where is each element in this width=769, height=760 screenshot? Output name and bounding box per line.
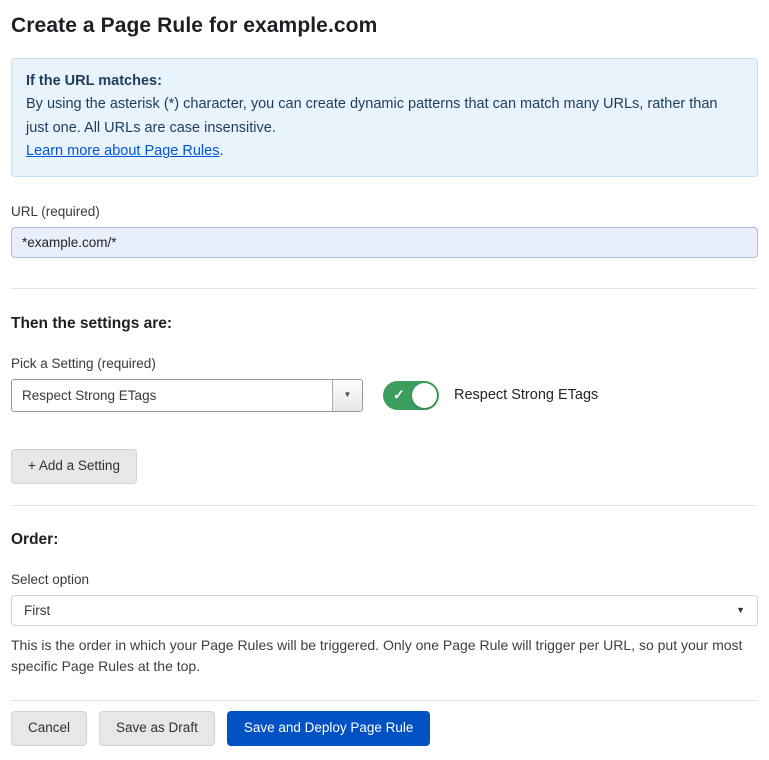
dropdown-arrow-icon: ▼: [344, 391, 352, 399]
url-input[interactable]: [11, 227, 758, 258]
etags-toggle-group: ✓ Respect Strong ETags: [383, 381, 598, 410]
divider-after-url: [11, 288, 758, 289]
add-setting-button[interactable]: + Add a Setting: [11, 449, 137, 484]
info-box-link-row: Learn more about Page Rules.: [26, 140, 743, 163]
divider-after-settings: [11, 505, 758, 506]
setting-select[interactable]: Respect Strong ETags ▼: [11, 379, 363, 412]
save-deploy-button[interactable]: Save and Deploy Page Rule: [227, 711, 431, 746]
order-help-text: This is the order in which your Page Rul…: [11, 635, 758, 677]
url-field-label: URL (required): [11, 204, 758, 219]
footer-actions: Cancel Save as Draft Save and Deploy Pag…: [11, 711, 758, 746]
setting-row: Respect Strong ETags ▼ ✓ Respect Strong …: [11, 379, 758, 412]
settings-section-heading: Then the settings are:: [11, 315, 758, 333]
caret-down-icon: ▼: [736, 605, 745, 615]
setting-select-value: Respect Strong ETags: [12, 380, 332, 411]
divider-before-footer: [11, 700, 758, 701]
create-page-rule-panel: Create a Page Rule for example.com If th…: [0, 0, 769, 760]
order-select-label: Select option: [11, 572, 758, 587]
page-title: Create a Page Rule for example.com: [11, 14, 758, 38]
url-match-info-box: If the URL matches: By using the asteris…: [11, 58, 758, 177]
toggle-knob: [412, 383, 437, 408]
order-select-value: First: [24, 603, 50, 618]
etags-toggle-switch[interactable]: ✓: [383, 381, 439, 410]
cancel-button[interactable]: Cancel: [11, 711, 87, 746]
order-section-heading: Order:: [11, 531, 758, 549]
order-select[interactable]: First ▼: [11, 595, 758, 626]
info-link-suffix: .: [219, 143, 223, 159]
learn-more-link[interactable]: Learn more about Page Rules: [26, 143, 219, 159]
etags-toggle-label: Respect Strong ETags: [454, 387, 598, 403]
info-box-body: By using the asterisk (*) character, you…: [26, 93, 743, 140]
setting-select-arrow-button[interactable]: ▼: [332, 380, 362, 411]
save-draft-button[interactable]: Save as Draft: [99, 711, 215, 746]
info-box-heading: If the URL matches:: [26, 70, 743, 93]
pick-setting-label: Pick a Setting (required): [11, 356, 758, 371]
check-icon: ✓: [393, 388, 405, 402]
